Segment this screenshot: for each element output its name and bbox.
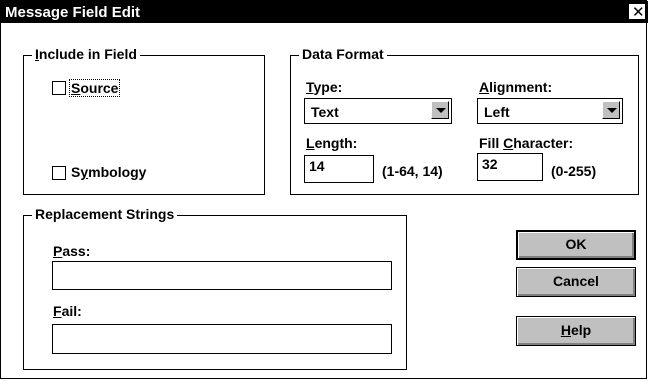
symbology-checkbox[interactable] xyxy=(52,166,66,180)
replacement-strings-label: Replacement Strings xyxy=(32,206,178,222)
type-select[interactable]: Text xyxy=(304,98,452,124)
type-dropdown-arrow-icon[interactable] xyxy=(431,101,449,119)
fill-character-input[interactable]: 32 xyxy=(477,153,543,181)
close-button[interactable]: ✕ xyxy=(628,3,646,21)
data-format-label: Data Format xyxy=(299,46,387,62)
length-input[interactable]: 14 xyxy=(304,155,374,183)
fill-character-input-value: 32 xyxy=(482,156,498,172)
source-checkbox[interactable] xyxy=(52,81,66,95)
fill-character-label: Fill Character: xyxy=(479,135,574,151)
help-button-label: elp xyxy=(570,322,592,338)
fail-label: Fail: xyxy=(53,303,82,319)
type-label: Type: xyxy=(306,79,343,95)
length-input-value: 14 xyxy=(309,158,325,174)
source-label[interactable]: Source xyxy=(69,79,121,97)
title-bar[interactable]: Message Field Edit ✕ xyxy=(1,1,648,23)
dialog-window: Message Field Edit ✕ Include in Field So… xyxy=(0,0,648,379)
alignment-select[interactable]: Left xyxy=(477,98,623,124)
length-label: Length: xyxy=(306,135,358,151)
cancel-button[interactable]: Cancel xyxy=(516,267,636,297)
pass-label: Pass: xyxy=(53,243,91,259)
symbology-label[interactable]: Symbology xyxy=(71,164,146,180)
help-button-mnemonic: H xyxy=(560,322,571,338)
alignment-dropdown-arrow-icon[interactable] xyxy=(602,101,620,119)
fill-character-range: (0-255) xyxy=(551,163,597,179)
help-button[interactable]: Help xyxy=(516,316,636,346)
pass-input[interactable] xyxy=(52,261,392,290)
include-in-field-label: Include in Field xyxy=(32,46,140,62)
close-icon: ✕ xyxy=(632,4,645,21)
window-title: Message Field Edit xyxy=(5,4,141,21)
type-select-value: Text xyxy=(311,104,339,120)
alignment-select-value: Left xyxy=(484,104,510,120)
fail-input[interactable] xyxy=(52,324,392,354)
alignment-label: Alignment: xyxy=(479,79,553,95)
ok-button[interactable]: OK xyxy=(516,230,636,260)
length-range: (1-64, 14) xyxy=(382,163,443,179)
